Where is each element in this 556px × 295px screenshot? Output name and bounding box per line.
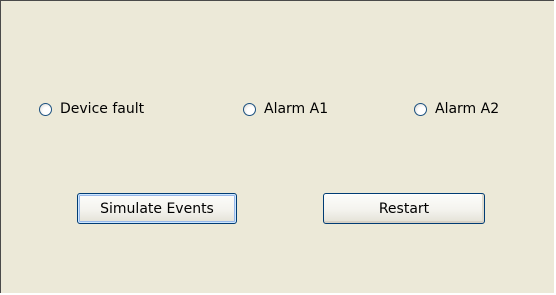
options-panel: Device fault Alarm A1 Alarm A2 Simulate … — [0, 0, 556, 295]
simulate-events-button[interactable]: Simulate Events — [77, 193, 237, 224]
radio-label-alarm-a2: Alarm A2 — [435, 101, 500, 117]
dialog-canvas: Device fault Alarm A1 Alarm A2 Simulate … — [0, 0, 556, 295]
radio-alarm-a2[interactable]: Alarm A2 — [414, 99, 499, 119]
radio-button-icon[interactable] — [39, 102, 52, 116]
radio-button-icon[interactable] — [243, 102, 256, 116]
radio-button-icon[interactable] — [414, 102, 427, 116]
radio-label-alarm-a1: Alarm A1 — [264, 101, 329, 117]
radio-label-device-fault: Device fault — [60, 101, 145, 117]
radio-device-fault[interactable]: Device fault — [39, 99, 144, 119]
restart-button[interactable]: Restart — [323, 193, 485, 224]
radio-alarm-a1[interactable]: Alarm A1 — [243, 99, 328, 119]
